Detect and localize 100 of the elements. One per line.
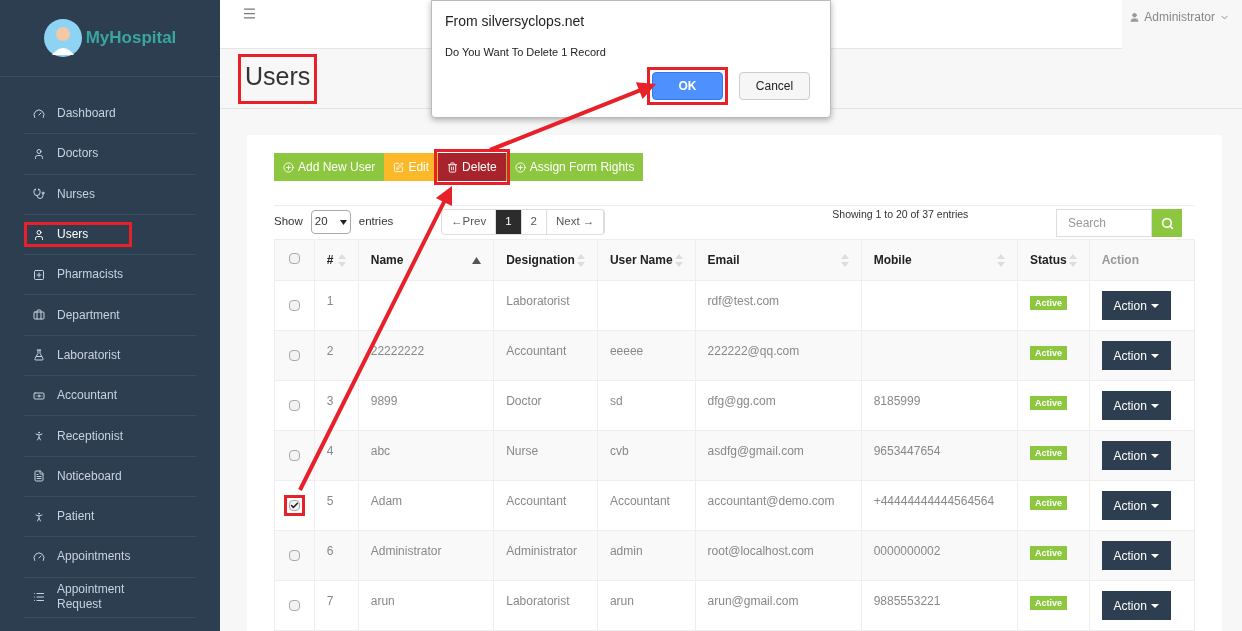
row-checkbox[interactable] bbox=[288, 400, 300, 411]
sidebar-item[interactable]: Doctors bbox=[29, 146, 127, 162]
search-icon bbox=[1160, 216, 1174, 230]
row-checkbox[interactable] bbox=[288, 500, 300, 511]
sort-icon bbox=[1068, 253, 1077, 267]
table-cell: 9653447654 bbox=[873, 444, 941, 458]
row-checkbox[interactable] bbox=[288, 450, 300, 461]
select-all-checkbox[interactable] bbox=[288, 253, 300, 264]
table-cell: 4 bbox=[326, 444, 334, 458]
pagination-button[interactable]: 1 bbox=[496, 210, 522, 234]
table-cell: admin bbox=[609, 544, 643, 558]
person-icon bbox=[33, 510, 45, 523]
sidebar-item[interactable]: Department bbox=[29, 307, 127, 323]
sidebar-item[interactable]: Dashboard bbox=[29, 106, 127, 122]
row-checkbox[interactable] bbox=[288, 600, 300, 611]
action-dropdown-button[interactable]: Action bbox=[1101, 491, 1171, 520]
sidebar-item[interactable]: Users bbox=[29, 227, 127, 243]
table-cell: Laboratorist bbox=[506, 594, 570, 608]
table-cell: Laboratorist bbox=[506, 294, 570, 308]
menu-button[interactable] bbox=[242, 6, 257, 21]
pagination-button[interactable]: Next → bbox=[546, 210, 605, 234]
sidebar-item[interactable]: Accountant bbox=[29, 388, 127, 404]
table-cell: Nurse bbox=[506, 444, 539, 458]
sidebar-item[interactable]: Appointment Request bbox=[29, 582, 127, 613]
action-dropdown-button[interactable]: Action bbox=[1101, 291, 1171, 320]
table-cell: Administrator bbox=[506, 544, 577, 558]
search-button[interactable] bbox=[1152, 209, 1182, 237]
person-icon bbox=[33, 147, 45, 160]
table-cell: 222222@qq.com bbox=[707, 344, 800, 358]
table-cell: arun@gmail.com bbox=[707, 594, 799, 608]
gauge-icon bbox=[33, 550, 45, 563]
person-icon bbox=[33, 430, 45, 442]
column-header[interactable]: Status bbox=[1017, 239, 1090, 281]
sidebar-item[interactable]: Noticeboard bbox=[29, 468, 127, 484]
action-dropdown-button[interactable]: Action bbox=[1101, 541, 1171, 570]
user-icon bbox=[33, 228, 45, 241]
brand-name: MyHospital bbox=[85, 27, 177, 50]
sidebar-item[interactable]: Nurses bbox=[29, 186, 127, 202]
table-cell: Accountant bbox=[506, 344, 567, 358]
column-header[interactable]: Mobile bbox=[861, 239, 1018, 281]
table-cell: Accountant bbox=[609, 494, 670, 508]
action-dropdown-button[interactable]: Action bbox=[1101, 391, 1171, 420]
sort-icon bbox=[337, 253, 346, 267]
status-badge: Active bbox=[1030, 396, 1067, 410]
table-cell: asdfg@gmail.com bbox=[707, 444, 804, 458]
status-badge: Active bbox=[1030, 346, 1067, 360]
sort-icon bbox=[576, 253, 585, 267]
flask-icon bbox=[33, 349, 45, 362]
column-header[interactable]: Email bbox=[695, 239, 862, 281]
sidebar-item[interactable]: Pharmacists bbox=[29, 267, 127, 283]
table-cell: 6 bbox=[326, 544, 334, 558]
plus-circle-icon bbox=[283, 161, 294, 173]
page-length-select[interactable]: 20 bbox=[310, 210, 351, 234]
table-cell: 8185999 bbox=[873, 394, 921, 408]
table-cell: Adam bbox=[370, 494, 403, 508]
status-badge: Active bbox=[1030, 296, 1067, 310]
table-cell: arun bbox=[370, 594, 395, 608]
gauge-icon bbox=[33, 107, 45, 120]
document-icon bbox=[33, 470, 45, 483]
dialog-message: Do You Want To Delete 1 Record bbox=[445, 45, 607, 60]
doctor-avatar-icon bbox=[43, 19, 82, 57]
edit-icon bbox=[393, 161, 405, 173]
sidebar-item[interactable]: Receptionist bbox=[29, 428, 127, 444]
caret-down-icon bbox=[339, 219, 347, 225]
action-dropdown-button[interactable]: Action bbox=[1101, 591, 1171, 620]
status-badge: Active bbox=[1030, 596, 1067, 610]
table-cell: root@localhost.com bbox=[707, 544, 814, 558]
pagination-button[interactable]: 2 bbox=[521, 210, 547, 234]
table-cell: Doctor bbox=[506, 394, 542, 408]
table-cell: 22222222 bbox=[370, 344, 425, 358]
row-checkbox[interactable] bbox=[288, 550, 300, 561]
sort-ascending-icon bbox=[472, 256, 482, 264]
column-header[interactable]: User Name bbox=[597, 239, 696, 281]
row-checkbox[interactable] bbox=[288, 300, 300, 311]
table-cell: 0000000002 bbox=[873, 544, 941, 558]
column-header[interactable]: Designation bbox=[493, 239, 598, 281]
list-icon bbox=[33, 591, 45, 604]
column-header: Action bbox=[1089, 239, 1195, 281]
banknote-icon bbox=[33, 389, 45, 402]
table-cell: 2 bbox=[326, 344, 334, 358]
table-cell: sd bbox=[609, 394, 623, 408]
action-dropdown-button[interactable]: Action bbox=[1101, 441, 1171, 470]
plus-circle-icon bbox=[514, 161, 526, 173]
sidebar-item[interactable]: Laboratorist bbox=[29, 347, 127, 363]
sort-icon bbox=[840, 253, 849, 267]
table-cell: +44444444444564564 bbox=[873, 494, 995, 508]
table-cell: Accountant bbox=[506, 494, 567, 508]
sidebar-item[interactable]: Patient bbox=[29, 509, 127, 525]
row-checkbox[interactable] bbox=[288, 350, 300, 361]
page-title: Users bbox=[244, 60, 312, 92]
action-dropdown-button[interactable]: Action bbox=[1101, 341, 1171, 370]
table-cell: cvb bbox=[609, 444, 629, 458]
search-field[interactable]: Search bbox=[1056, 209, 1152, 237]
show-label: Show bbox=[274, 214, 303, 230]
column-header[interactable]: # bbox=[314, 239, 359, 281]
dialog-button[interactable]: Cancel bbox=[739, 71, 810, 100]
toolbar-button[interactable]: Delete bbox=[438, 153, 506, 181]
table-cell: dfg@gg.com bbox=[707, 394, 776, 408]
table-cell: eeeee bbox=[609, 344, 644, 358]
table-cell: 9885553221 bbox=[873, 594, 941, 608]
